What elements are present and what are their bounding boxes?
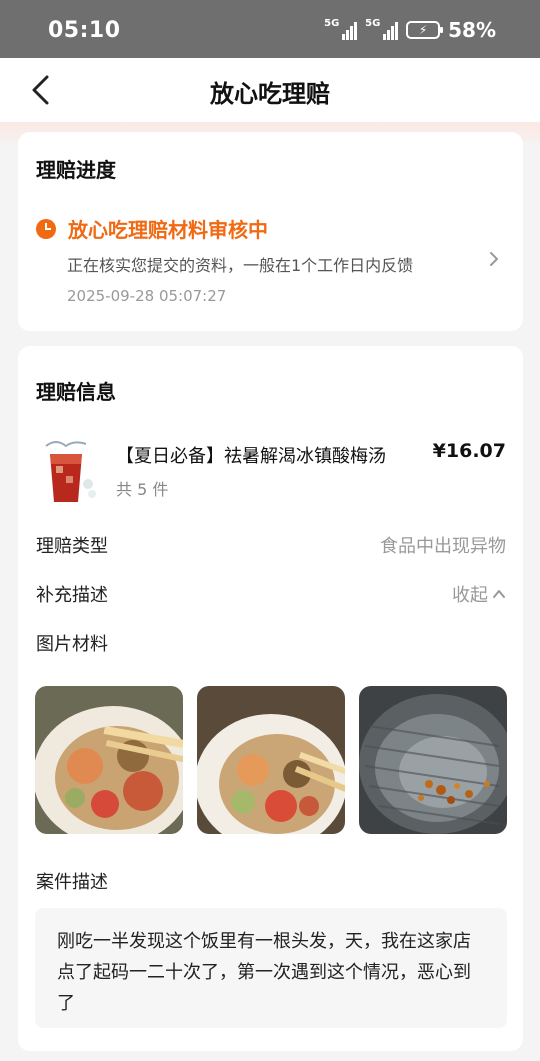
photo-gallery — [35, 686, 507, 834]
supplement-row: 补充描述 收起 — [36, 581, 506, 607]
case-description-text: 刚吃一半发现这个饭里有一根头发，天，我在这家店点了起码一二十次了，第一次遇到这个… — [35, 908, 507, 1028]
food-photo-1 — [35, 686, 183, 834]
photo-thumbnail[interactable] — [359, 686, 507, 834]
claim-info-card: 理赔信息 【夏日必备】祛暑解渴冰镇酸梅汤 共 5 件 ¥16.07 理赔类型 食… — [18, 346, 523, 1051]
collapse-label: 收起 — [452, 585, 488, 606]
battery-percent: 58% — [448, 18, 496, 42]
food-photo-2 — [197, 686, 345, 834]
product-price: ¥16.07 — [432, 440, 506, 462]
photos-label-row: 图片材料 — [36, 630, 506, 656]
battery-icon: ⚡ — [406, 21, 444, 39]
status-description: 正在核实您提交的资料，一般在1个工作日内反馈 — [67, 256, 414, 275]
signal-icon-2: 5G — [365, 18, 399, 40]
claim-type-row: 理赔类型 食品中出现异物 — [36, 532, 506, 558]
chevron-up-icon — [493, 590, 505, 598]
product-item[interactable]: 【夏日必备】祛暑解渴冰镇酸梅汤 共 5 件 ¥16.07 — [36, 436, 506, 512]
claim-type-value: 食品中出现异物 — [380, 536, 506, 557]
status-timestamp: 2025-09-28 05:07:27 — [67, 287, 227, 305]
navigation-bar: 放心吃理赔 — [0, 58, 540, 122]
status-row: 放心吃理赔材料审核中 — [36, 214, 268, 243]
product-name: 【夏日必备】祛暑解渴冰镇酸梅汤 — [116, 446, 386, 467]
product-image — [36, 436, 100, 506]
status-time: 05:10 — [48, 18, 121, 43]
status-bar: 05:10 5G 5G ⚡ 58% — [0, 0, 540, 58]
supplement-label: 补充描述 — [36, 585, 108, 606]
claim-info-title: 理赔信息 — [36, 380, 116, 404]
chevron-right-icon — [490, 252, 498, 266]
claim-type-label: 理赔类型 — [36, 536, 108, 557]
status-icons: 5G 5G ⚡ 58% — [324, 18, 496, 42]
product-quantity: 共 5 件 — [116, 480, 169, 499]
progress-card[interactable]: 理赔进度 放心吃理赔材料审核中 正在核实您提交的资料，一般在1个工作日内反馈 2… — [18, 132, 523, 331]
collapse-button[interactable]: 收起 — [452, 581, 506, 607]
food-photo-3 — [359, 686, 507, 834]
photos-label: 图片材料 — [36, 634, 108, 655]
photo-thumbnail[interactable] — [197, 686, 345, 834]
signal-icon: 5G — [324, 18, 358, 40]
page-title: 放心吃理赔 — [210, 80, 330, 108]
claim-status: 放心吃理赔材料审核中 — [68, 218, 268, 242]
case-description-label: 案件描述 — [36, 872, 108, 893]
clock-icon — [36, 218, 56, 239]
photo-thumbnail[interactable] — [35, 686, 183, 834]
progress-title: 理赔进度 — [36, 158, 116, 182]
